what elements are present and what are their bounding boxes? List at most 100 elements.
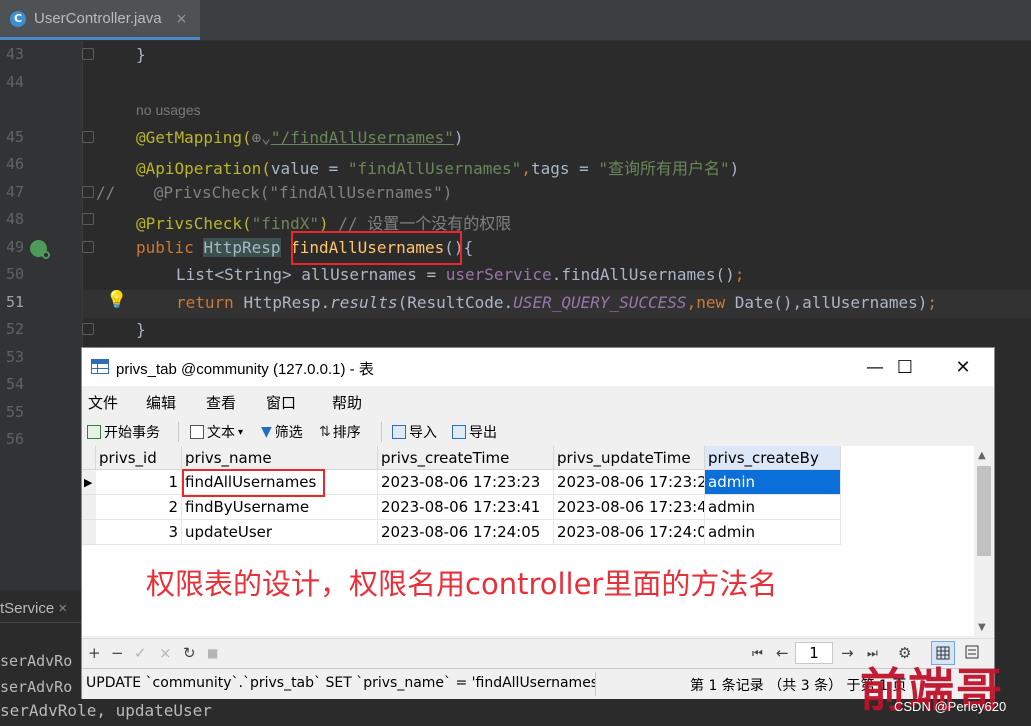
- apply-changes-button[interactable]: ✓: [134, 644, 147, 662]
- lightbulb-icon[interactable]: 💡: [106, 290, 127, 310]
- document-icon: [190, 425, 204, 439]
- fold-marker[interactable]: [82, 213, 94, 225]
- discard-changes-button[interactable]: ×: [159, 644, 172, 662]
- line-number: 46: [6, 155, 25, 173]
- import-button[interactable]: 导入: [392, 422, 437, 442]
- fold-marker[interactable]: [82, 131, 94, 143]
- menu-help[interactable]: 帮助: [332, 392, 362, 413]
- log-line: serAdvRo: [0, 652, 73, 670]
- usage-hint: no usages: [136, 102, 201, 118]
- table-cell[interactable]: 2023-08-06 17:23:44: [554, 495, 705, 520]
- scroll-up-icon[interactable]: ▲: [978, 450, 986, 461]
- tab-close-icon[interactable]: ×: [176, 11, 188, 27]
- next-page-button[interactable]: →: [841, 644, 854, 662]
- first-page-button[interactable]: ⏮: [752, 646, 763, 661]
- text-view-button[interactable]: 文本 ▾: [190, 422, 243, 442]
- column-header[interactable]: privs_createBy: [705, 446, 841, 470]
- table-cell[interactable]: 2023-08-06 17:24:08: [554, 520, 705, 545]
- table-icon: [91, 359, 109, 374]
- java-class-icon: C: [10, 10, 26, 27]
- line-number: 45: [6, 128, 25, 146]
- line-number: 55: [6, 403, 25, 421]
- filter-icon: ▼: [261, 424, 272, 440]
- line-number: 51: [6, 293, 25, 311]
- line-number: 44: [6, 73, 25, 91]
- toolbar-separator: [381, 422, 382, 442]
- menu-bar: 文件 编辑 查看 窗口 帮助: [82, 386, 994, 414]
- run-endpoint-icon[interactable]: [30, 240, 50, 259]
- fold-marker[interactable]: [82, 323, 94, 335]
- menu-window[interactable]: 窗口: [266, 392, 296, 413]
- column-header[interactable]: privs_updateTime: [554, 446, 705, 470]
- globe-icon: ⊕: [251, 128, 262, 147]
- add-record-button[interactable]: +: [88, 644, 101, 662]
- export-icon: [452, 425, 466, 439]
- editor-tab-bar: C UserController.java ×: [0, 0, 1031, 41]
- table-cell[interactable]: admin: [705, 520, 841, 545]
- navigation-bar: + − ✓ × ↻ ■ ⏮ ← 1 → ⏭ ⚙: [82, 638, 994, 669]
- column-header[interactable]: privs_id: [96, 446, 182, 470]
- row-selector-current[interactable]: ▶: [82, 470, 96, 495]
- table-cell[interactable]: findByUsername: [182, 495, 378, 520]
- line-number: 48: [6, 210, 25, 228]
- filter-button[interactable]: ▼ 筛选: [261, 422, 303, 442]
- scrollbar-thumb[interactable]: [977, 466, 991, 556]
- delete-record-button[interactable]: −: [111, 644, 124, 662]
- table-cell[interactable]: 2023-08-06 17:23:41: [378, 495, 554, 520]
- table-editor-window: privs_tab @community (127.0.0.1) - 表 — ☐…: [82, 348, 994, 699]
- window-title: privs_tab @community (127.0.0.1) - 表: [116, 361, 374, 378]
- table-cell-selected[interactable]: admin: [705, 470, 841, 495]
- log-line: serAdvRo: [0, 678, 73, 696]
- scroll-down-icon[interactable]: ▼: [978, 622, 986, 633]
- stop-button[interactable]: ■: [207, 646, 218, 660]
- csdn-credit: CSDN @Perley620: [894, 699, 1007, 714]
- line-number: 54: [6, 375, 25, 393]
- page-number-input[interactable]: 1: [795, 642, 833, 664]
- row-selector[interactable]: [82, 520, 96, 545]
- data-grid: privs_id privs_name privs_createTime pri…: [82, 446, 974, 636]
- sort-button[interactable]: ⇅ 排序: [319, 422, 361, 442]
- import-icon: [392, 425, 406, 439]
- panel-divider: [0, 622, 82, 623]
- maximize-button[interactable]: ☐: [876, 348, 934, 386]
- transaction-icon: [87, 425, 101, 439]
- close-button[interactable]: ✕: [934, 348, 992, 386]
- row-selector[interactable]: [82, 495, 96, 520]
- refresh-button[interactable]: ↻: [183, 644, 196, 662]
- fold-marker[interactable]: [82, 186, 94, 198]
- run-tab-label[interactable]: tService ×: [0, 600, 67, 617]
- table-cell[interactable]: updateUser: [182, 520, 378, 545]
- column-header[interactable]: privs_createTime: [378, 446, 554, 470]
- line-number: 56: [6, 430, 25, 448]
- fold-marker[interactable]: [82, 48, 94, 60]
- code-line-43: }: [136, 45, 146, 64]
- table-cell[interactable]: 2: [96, 495, 182, 520]
- row-header-corner: [82, 446, 96, 470]
- code-line-45: @GetMapping(⊕⌄"/findAllUsernames"): [136, 128, 464, 147]
- prev-page-button[interactable]: ←: [776, 644, 789, 662]
- code-line-51: return HttpResp.results(ResultCode.USER_…: [176, 293, 938, 312]
- line-number: 43: [6, 45, 25, 63]
- column-header[interactable]: privs_name: [182, 446, 378, 470]
- export-button[interactable]: 导出: [452, 422, 497, 442]
- line-number: 47: [6, 183, 25, 201]
- name-highlight-box: [182, 469, 325, 497]
- menu-edit[interactable]: 编辑: [146, 392, 176, 413]
- annotation-text: 权限表的设计，权限名用controller里面的方法名: [146, 567, 778, 601]
- run-tab-close-icon: ×: [58, 600, 68, 617]
- vertical-scrollbar[interactable]: ▲ ▼: [974, 446, 994, 636]
- table-cell[interactable]: 2023-08-06 17:23:23: [378, 470, 554, 495]
- table-cell[interactable]: 2023-08-06 17:23:25: [554, 470, 705, 495]
- begin-transaction-button[interactable]: 开始事务: [87, 422, 160, 442]
- toolbar-separator: [178, 422, 179, 442]
- fold-marker[interactable]: [82, 241, 94, 253]
- menu-view[interactable]: 查看: [206, 392, 236, 413]
- table-cell[interactable]: admin: [705, 495, 841, 520]
- table-cell[interactable]: 2023-08-06 17:24:05: [378, 520, 554, 545]
- table-cell[interactable]: 3: [96, 520, 182, 545]
- table-cell[interactable]: 1: [96, 470, 182, 495]
- line-number: 52: [6, 320, 25, 338]
- menu-file[interactable]: 文件: [88, 392, 118, 413]
- line-number: 50: [6, 265, 25, 283]
- tab-usercontroller[interactable]: C UserController.java ×: [0, 0, 200, 40]
